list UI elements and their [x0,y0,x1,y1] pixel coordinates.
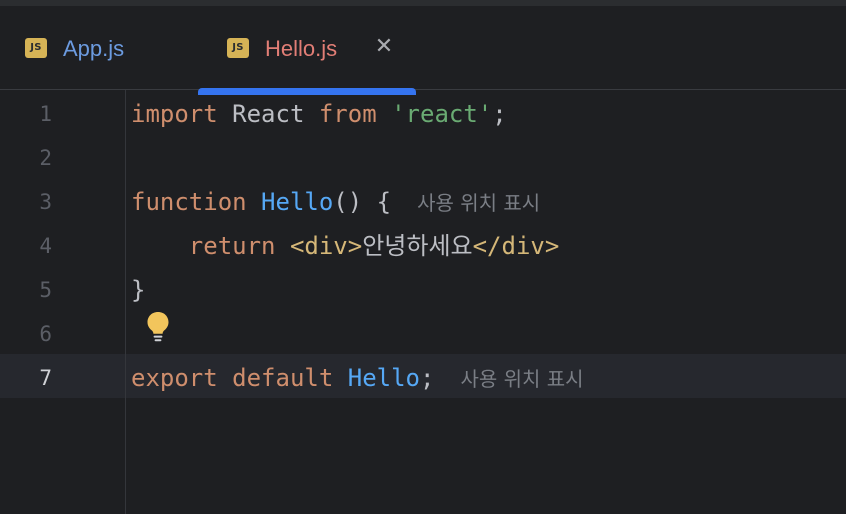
keyword-export-default: export default [131,364,334,392]
js-file-icon: JS [227,38,249,58]
tab-app-js[interactable]: JS App.js [0,6,190,89]
line-number: 2 [39,146,52,170]
code-line-7: export default Hello; 사용 위치 표시 [131,356,584,400]
tab-label: Hello.js [265,36,338,61]
code-line-3: function Hello() { 사용 위치 표시 [131,180,540,224]
gutter-separator [125,90,126,514]
jsx-open-tag: <div> [289,232,363,260]
function-name: Hello [246,188,334,216]
keyword-return: return [188,232,276,260]
exported-name: Hello [333,364,420,392]
line-number: 5 [39,278,52,302]
semicolon: ; [492,100,507,128]
usages-inlay-hint[interactable]: 사용 위치 표시 [460,367,583,391]
js-file-icon: JS [25,38,47,58]
line-number: 1 [39,102,52,126]
line-number: 4 [39,234,52,258]
closing-brace: } [131,276,146,304]
keyword-function: function [131,188,247,216]
line-number-current: 7 [39,366,52,390]
code-line-5: } [131,268,145,312]
identifier: React [217,100,319,128]
tab-label: App.js [63,36,125,61]
keyword-import: import [131,100,218,128]
line-number: 3 [39,190,52,214]
semicolon: ; [420,364,435,392]
editor-tab-bar: JS App.js JS Hello.js ✕ [0,6,846,95]
function-params: () { [333,188,392,216]
lightbulb-icon[interactable] [145,310,171,344]
string-literal: 'react' [376,100,493,128]
keyword-from: from [318,100,377,128]
line-number: 6 [39,322,52,346]
close-tab-icon[interactable]: ✕ [370,32,398,62]
code-line-4: return <div>안녕하세요</div> [131,224,560,268]
jsx-close-tag: </div> [472,232,560,260]
code-line-1: import React from 'react'; [131,92,507,136]
jsx-text: 안녕하세요 [362,232,473,260]
usages-inlay-hint[interactable]: 사용 위치 표시 [417,191,540,215]
